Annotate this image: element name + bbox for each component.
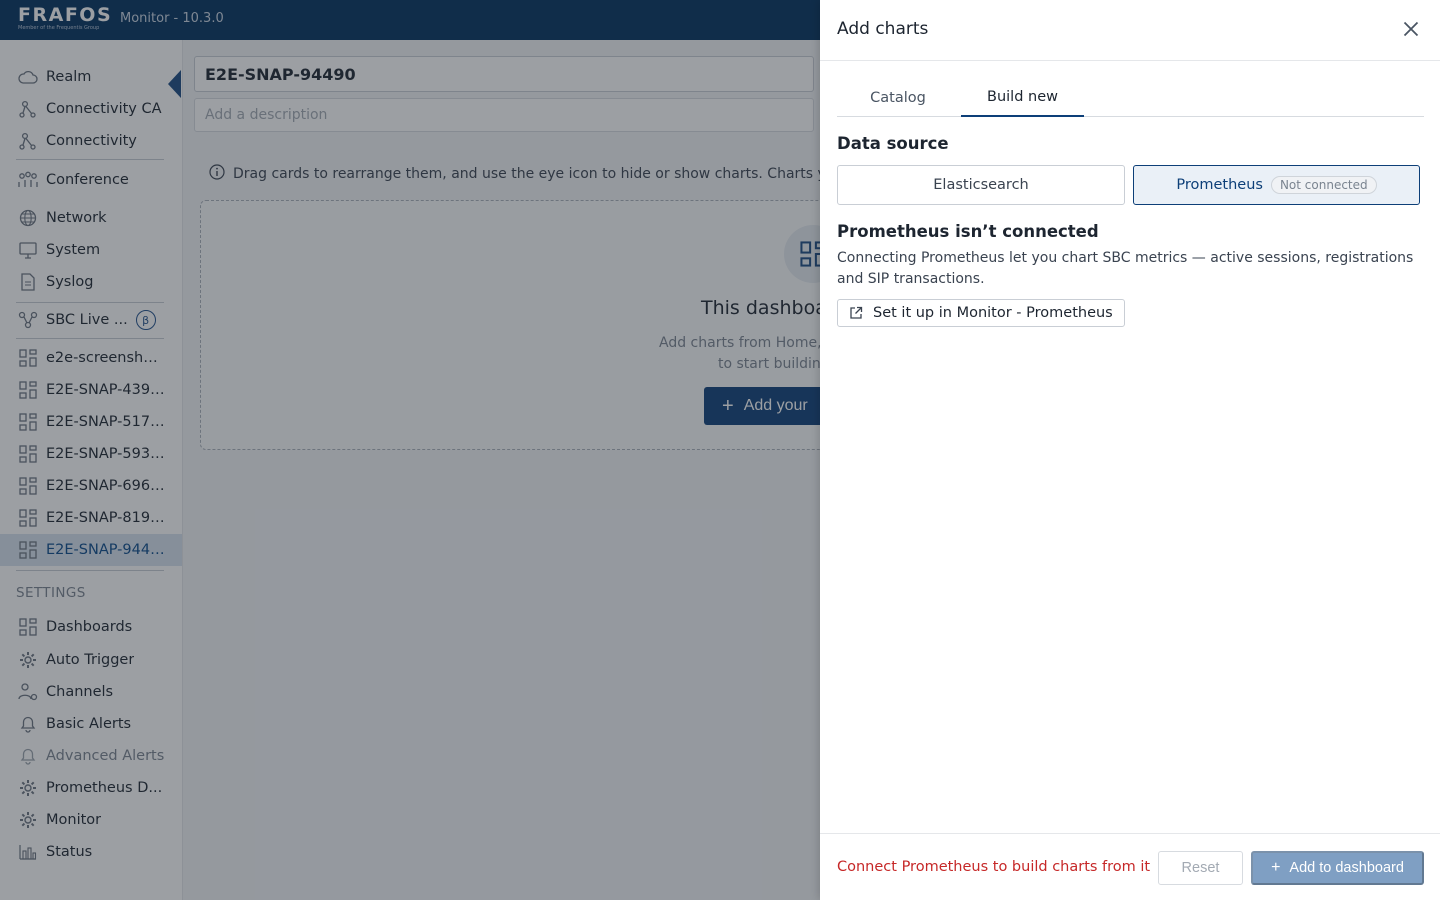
drawer-title: Add charts xyxy=(837,19,929,39)
close-icon xyxy=(1403,21,1419,41)
data-source-title: Data source xyxy=(837,134,949,153)
drawer-tabs: Catalog Build new xyxy=(837,78,1424,117)
footer-error-message: Connect Prometheus to build charts from … xyxy=(837,859,1151,875)
close-button[interactable] xyxy=(1400,20,1422,42)
reset-button[interactable]: Reset xyxy=(1158,851,1243,885)
warning-title: Prometheus isn’t connected xyxy=(837,222,1099,241)
elasticsearch-label: Elasticsearch xyxy=(933,177,1029,193)
drawer-header: Add charts xyxy=(820,0,1440,61)
drawer-footer: Connect Prometheus to build charts from … xyxy=(820,833,1440,900)
modal-backdrop[interactable] xyxy=(0,0,820,900)
prometheus-label: Prometheus xyxy=(1176,177,1263,193)
add-charts-drawer: Add charts Catalog Build new Data source… xyxy=(820,0,1440,900)
external-link-icon xyxy=(849,306,863,320)
plus-icon: + xyxy=(1271,859,1281,876)
warning-body: Connecting Prometheus let you chart SBC … xyxy=(837,250,1414,287)
setup-link-label: Set it up in Monitor - Prometheus xyxy=(873,305,1113,321)
tab-catalog[interactable]: Catalog xyxy=(854,78,942,117)
add-to-dashboard-label: Add to dashboard xyxy=(1289,860,1404,876)
elasticsearch-source-button[interactable]: Elasticsearch xyxy=(837,165,1125,205)
add-to-dashboard-button[interactable]: + Add to dashboard xyxy=(1251,851,1424,885)
prometheus-setup-link[interactable]: Set it up in Monitor - Prometheus xyxy=(837,299,1125,327)
prometheus-source-button[interactable]: Prometheus Not connected xyxy=(1133,165,1420,205)
status-badge: Not connected xyxy=(1270,176,1377,194)
tab-build-new[interactable]: Build new xyxy=(961,78,1084,117)
